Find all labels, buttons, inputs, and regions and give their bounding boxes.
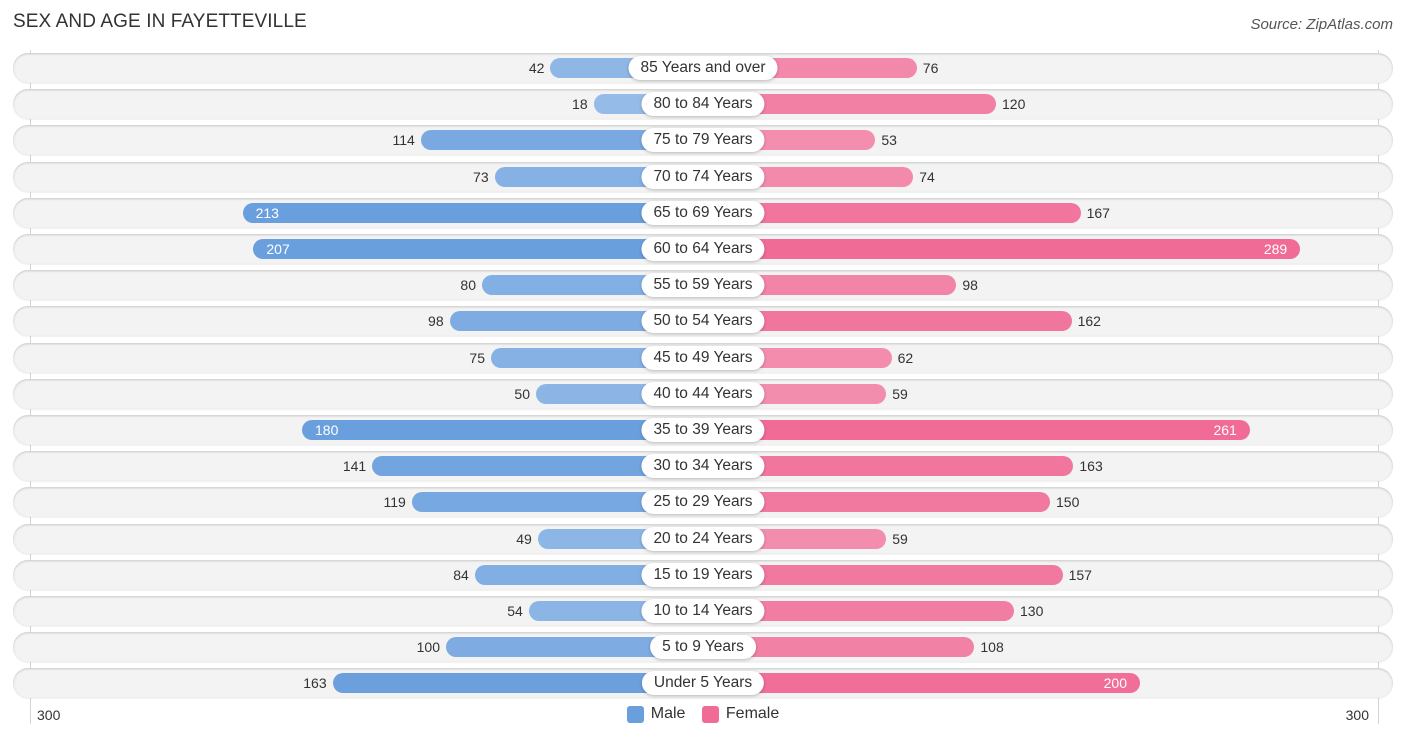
value-label-female: 108 bbox=[980, 639, 1004, 656]
category-label: 65 to 69 Years bbox=[641, 200, 765, 225]
bar-female[interactable] bbox=[703, 673, 1140, 694]
value-label-female: 130 bbox=[1020, 603, 1044, 619]
category-label: 40 to 44 Years bbox=[641, 381, 765, 406]
category-label: 30 to 34 Years bbox=[641, 454, 765, 479]
bar-female[interactable] bbox=[703, 420, 1250, 440]
category-label: 75 to 79 Years bbox=[641, 128, 765, 153]
value-label-female: 162 bbox=[1077, 313, 1101, 330]
value-label-female: 163 bbox=[1079, 458, 1103, 475]
value-label-male: 49 bbox=[516, 530, 532, 547]
value-label-female: 59 bbox=[892, 385, 908, 402]
category-label: 70 to 74 Years bbox=[641, 164, 765, 189]
bar-male[interactable] bbox=[253, 239, 703, 259]
bar-male[interactable] bbox=[242, 202, 703, 223]
legend-label-male: Male bbox=[650, 705, 686, 722]
category-label: 10 to 14 Years bbox=[641, 599, 765, 623]
legend-label-female: Female bbox=[725, 705, 780, 722]
category-label: 15 to 19 Years bbox=[641, 562, 765, 587]
value-label-female: 62 bbox=[897, 349, 914, 366]
value-label-male: 141 bbox=[342, 458, 367, 475]
value-label-male: 207 bbox=[266, 241, 290, 257]
value-label-female: 150 bbox=[1056, 494, 1080, 511]
value-label-male: 80 bbox=[460, 277, 476, 294]
value-label-male: 100 bbox=[416, 639, 440, 656]
value-label-female: 59 bbox=[892, 530, 908, 547]
chart-area: 42 76 85 Years and over 18 120 80 to 84 Years… bbox=[0, 0, 1406, 740]
category-label: 80 to 84 Years bbox=[641, 92, 765, 117]
value-label-female: 76 bbox=[922, 60, 939, 76]
category-label: 45 to 49 Years bbox=[641, 345, 765, 370]
category-label: 60 to 64 Years bbox=[641, 237, 765, 261]
value-label-female: 167 bbox=[1086, 204, 1110, 221]
value-label-male: 75 bbox=[469, 349, 485, 366]
value-label-male: 42 bbox=[528, 60, 545, 76]
value-label-female: 98 bbox=[962, 277, 978, 294]
value-label-female: 120 bbox=[1002, 96, 1026, 113]
category-label: 20 to 24 Years bbox=[641, 526, 765, 551]
value-label-female: 74 bbox=[919, 168, 935, 185]
category-label: 85 Years and over bbox=[628, 56, 778, 80]
category-label: 25 to 29 Years bbox=[641, 490, 765, 515]
value-label-female: 53 bbox=[881, 132, 897, 149]
value-label-male: 84 bbox=[453, 566, 469, 583]
value-label-male: 98 bbox=[428, 313, 444, 330]
legend-item-male[interactable]: Male bbox=[626, 705, 686, 723]
category-label: 35 to 39 Years bbox=[641, 418, 765, 442]
value-label-female: 200 bbox=[1103, 675, 1127, 692]
value-label-male: 163 bbox=[303, 675, 327, 692]
value-label-female: 157 bbox=[1068, 566, 1092, 583]
value-label-male: 180 bbox=[315, 422, 339, 438]
legend-item-female[interactable]: Female bbox=[701, 705, 780, 723]
value-label-female: 261 bbox=[1213, 422, 1237, 438]
legend-swatch-female bbox=[701, 705, 719, 723]
value-label-female: 289 bbox=[1263, 241, 1288, 257]
value-label-male: 213 bbox=[255, 204, 279, 221]
value-label-male: 119 bbox=[383, 494, 406, 511]
category-label: 50 to 54 Years bbox=[641, 309, 765, 334]
category-label: 55 to 59 Years bbox=[641, 273, 765, 298]
value-label-male: 50 bbox=[514, 385, 530, 402]
bar-female[interactable] bbox=[703, 239, 1301, 259]
legend-swatch-male bbox=[626, 705, 644, 723]
category-label: Under 5 Years bbox=[641, 671, 765, 696]
value-label-male: 18 bbox=[572, 96, 588, 113]
value-label-male: 114 bbox=[392, 132, 415, 149]
value-label-male: 73 bbox=[473, 168, 489, 185]
value-label-male: 54 bbox=[507, 603, 523, 619]
category-label: 5 to 9 Years bbox=[650, 635, 756, 660]
legend: Male Female bbox=[0, 705, 1406, 728]
